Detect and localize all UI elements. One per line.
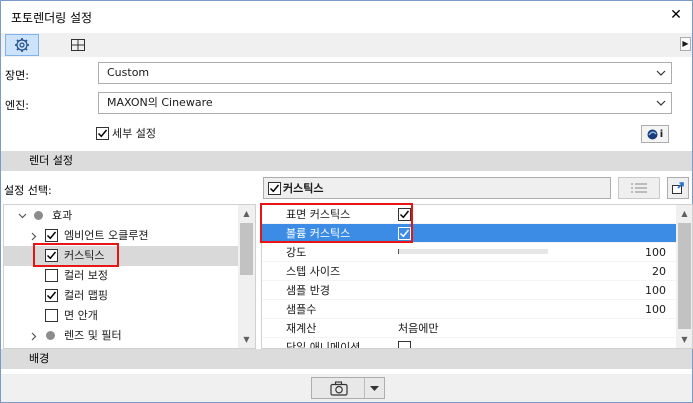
scene-dropdown[interactable]: Custom [98, 62, 672, 84]
scene-value: Custom [107, 66, 150, 79]
chevron-down-icon [18, 213, 27, 219]
cineware-logo-icon [647, 129, 658, 139]
background-section-title: 배경 [29, 352, 50, 365]
info-icon: i [659, 128, 664, 140]
strength-slider-fill [398, 249, 399, 254]
color-mapping-checkbox[interactable] [45, 289, 58, 302]
tree-item-label: 컬러 맵핑 [64, 289, 108, 302]
settings-tree-panel: 효과 엠비언트 오클루젼 커스틱스 컬러 보정 컬러 맵핑 면 안개 렌즈 및 … [3, 204, 256, 349]
prop-row-sample-radius: 샘플 반경 100 [262, 281, 678, 300]
window-title: 포토렌더링 설정 [11, 11, 93, 25]
tree-item-label: 컬러 보정 [64, 269, 108, 282]
properties-scrollbar[interactable]: ▲ ▼ [676, 205, 692, 348]
caustics-header-checkbox[interactable] [268, 181, 281, 195]
settings-select-label: 설정 선택: [4, 184, 52, 197]
color-correction-checkbox[interactable] [45, 269, 58, 282]
tree-item-label: 렌즈 및 필터 [64, 329, 122, 342]
prop-value[interactable]: 100 [645, 281, 666, 300]
engine-label: 엔진: [5, 99, 29, 112]
prop-label: 샘플 반경 [286, 284, 330, 297]
chevron-down-icon [656, 70, 666, 76]
background-section-header[interactable]: 배경 [1, 349, 692, 369]
prop-value[interactable]: 100 [645, 300, 666, 319]
caustics-enable-header[interactable]: 커스틱스 [263, 177, 611, 199]
caustics-header-label: 커스틱스 [283, 182, 324, 195]
chevron-down-icon [656, 100, 666, 106]
prop-row-recompute: 재계산 처음에만 [262, 319, 678, 338]
tree-item-label: 효과 [52, 209, 73, 222]
prop-row-single-animation: 단일 애니메이션 ... [262, 338, 678, 349]
grid-icon [71, 39, 85, 51]
scroll-down-icon[interactable]: ▼ [676, 331, 692, 348]
recompute-value[interactable]: 처음에만 [398, 319, 438, 338]
export-icon [672, 182, 684, 194]
effects-dot-icon [34, 211, 43, 220]
list-options-button[interactable] [618, 177, 660, 199]
engine-info-button[interactable]: i [641, 125, 669, 143]
chevron-right-icon [31, 232, 37, 241]
scroll-up-icon[interactable]: ▲ [676, 205, 692, 222]
detail-settings-checkbox[interactable] [96, 126, 109, 140]
prop-row-sample-count: 샘플수 100 [262, 300, 678, 319]
title-bar: 포토렌더링 설정 ✕ [1, 1, 692, 31]
gear-icon [15, 38, 29, 52]
export-settings-button[interactable] [667, 177, 689, 199]
render-settings-title: 렌더 설정 [29, 154, 73, 167]
prop-row-step-size: 스텝 사이즈 20 [262, 262, 678, 281]
close-icon[interactable]: ✕ [668, 7, 684, 23]
prop-label: 단일 애니메이션 ... [286, 341, 375, 349]
toolbar: ▶ [1, 33, 692, 57]
camera-icon [330, 381, 348, 396]
prop-label: 스텝 사이즈 [286, 265, 341, 278]
caustics-highlight-annotation [33, 243, 119, 267]
scroll-up-icon[interactable]: ▲ [238, 205, 255, 222]
lens-dot-icon [46, 331, 55, 340]
tree-item-surface-fog[interactable]: 면 안개 [4, 306, 238, 326]
render-button-divider [364, 378, 365, 398]
ambient-occlusion-checkbox[interactable] [45, 229, 58, 242]
prop-row-strength: 강도 100 [262, 243, 678, 262]
surface-fog-checkbox[interactable] [45, 309, 58, 322]
render-settings-section-header[interactable]: 렌더 설정 [1, 151, 692, 171]
list-icon [631, 183, 647, 193]
prop-label: 강도 [286, 246, 307, 259]
photorender-settings-window: 포토렌더링 설정 ✕ ▶ 장면: Custom 엔진: MAXON의 Cinew… [0, 0, 693, 403]
prop-value[interactable]: 20 [652, 262, 666, 281]
tree-item-color-correction[interactable]: 컬러 보정 [4, 266, 238, 286]
bottom-bar [1, 374, 692, 402]
single-animation-checkbox[interactable] [398, 341, 411, 348]
prop-value[interactable]: 100 [645, 243, 666, 262]
detail-settings-toggle[interactable]: 세부 설정 [96, 126, 156, 140]
render-button[interactable] [311, 377, 385, 399]
tree-scroll-thumb[interactable] [240, 223, 253, 275]
tree-item-color-mapping[interactable]: 컬러 맵핑 [4, 286, 238, 306]
settings-tab-button[interactable] [5, 34, 39, 56]
tree-item-lens-and-filter[interactable]: 렌즈 및 필터 [4, 326, 238, 346]
scene-label: 장면: [5, 69, 29, 82]
chevron-right-icon [31, 332, 37, 341]
tree-item-label: 면 안개 [64, 309, 98, 322]
strength-slider[interactable] [398, 249, 548, 254]
prop-label: 샘플수 [286, 303, 317, 316]
prop-label: 재계산 [286, 322, 317, 335]
caustics-options-highlight-annotation [260, 203, 413, 243]
detail-settings-label: 세부 설정 [112, 127, 156, 140]
tree-item-effects[interactable]: 효과 [4, 206, 238, 226]
engine-value: MAXON의 Cineware [107, 96, 213, 109]
tree-scrollbar[interactable]: ▲ ▼ [238, 205, 255, 348]
scroll-down-icon[interactable]: ▼ [238, 331, 255, 348]
toolbar-scroll-right-icon[interactable]: ▶ [680, 37, 691, 51]
render-options-arrow-icon[interactable] [370, 386, 379, 391]
properties-scroll-thumb[interactable] [678, 223, 691, 329]
engine-dropdown[interactable]: MAXON의 Cineware [98, 92, 672, 114]
view-tab-button[interactable] [61, 34, 95, 56]
